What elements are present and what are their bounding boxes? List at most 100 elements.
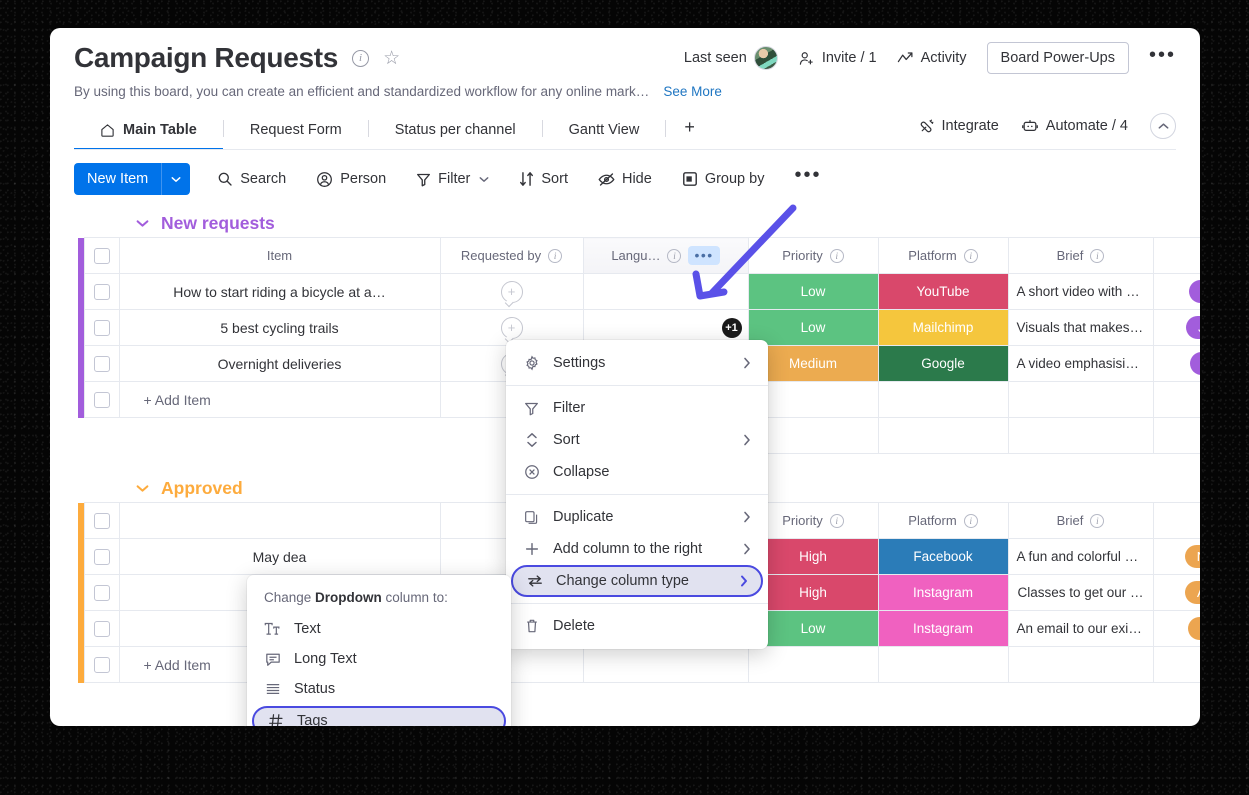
column-header-tags[interactable]: [1152, 502, 1200, 539]
search-button[interactable]: Search: [204, 163, 299, 195]
menu-item-collapse[interactable]: Collapse: [506, 456, 768, 488]
row-checkbox-cell[interactable]: [83, 381, 120, 418]
column-header-brief[interactable]: Brief i: [1007, 502, 1154, 539]
row-checkbox-cell[interactable]: [83, 574, 120, 611]
row-checkbox-cell[interactable]: [83, 273, 120, 310]
info-icon[interactable]: i: [963, 248, 978, 263]
board-info-icon[interactable]: i: [352, 49, 370, 67]
cell-item[interactable]: May dea: [118, 538, 441, 575]
menu-item-change-column-type[interactable]: Change column type: [511, 565, 763, 597]
cell-brief[interactable]: A fun and colorful p…: [1007, 538, 1154, 575]
submenu-item-text[interactable]: Text: [247, 614, 511, 644]
cell-tag[interactable]: No: [1152, 538, 1200, 575]
column-header-item[interactable]: Item: [118, 237, 441, 274]
column-header-priority[interactable]: Priority i: [747, 237, 879, 274]
cell-tag[interactable]: F: [1152, 273, 1200, 310]
invite-button[interactable]: Invite / 1: [798, 50, 877, 67]
board-power-ups-button[interactable]: Board Power-Ups: [986, 42, 1129, 74]
checkbox[interactable]: [93, 584, 110, 601]
cell-priority[interactable]: Low: [747, 309, 879, 346]
last-seen[interactable]: Last seen: [684, 46, 778, 70]
chevron-down-icon[interactable]: [136, 219, 149, 228]
column-context-menu[interactable]: Settings Filter Sort Collapse Duplicate …: [506, 340, 768, 649]
checkbox[interactable]: [93, 620, 110, 637]
hide-button[interactable]: Hide: [585, 163, 665, 195]
cell-updates[interactable]: +: [439, 273, 584, 310]
column-header-language[interactable]: Langu… i •••: [582, 237, 749, 274]
column-menu-button[interactable]: •••: [688, 246, 720, 265]
new-item-button[interactable]: New Item: [74, 163, 191, 195]
group-by-button[interactable]: Group by: [669, 163, 778, 195]
menu-item-sort[interactable]: Sort: [506, 424, 768, 456]
cell-platform[interactable]: Instagram: [877, 574, 1009, 611]
add-item-button[interactable]: + Add Item: [118, 381, 441, 418]
tab-status-per-channel[interactable]: Status per channel: [369, 122, 542, 150]
more-languages-badge[interactable]: +1: [721, 317, 742, 338]
star-icon[interactable]: ☆: [383, 49, 400, 68]
cell-item[interactable]: 5 best cycling trails: [118, 309, 441, 346]
activity-button[interactable]: Activity: [897, 50, 967, 66]
menu-item-settings[interactable]: Settings: [506, 347, 768, 379]
row-checkbox-cell[interactable]: [83, 309, 120, 346]
add-update-icon[interactable]: +: [500, 316, 523, 339]
checkbox[interactable]: [93, 512, 110, 529]
integrate-button[interactable]: Integrate: [918, 118, 999, 135]
column-header-tags[interactable]: [1152, 237, 1200, 274]
add-view-button[interactable]: +: [666, 117, 713, 150]
chevron-down-icon[interactable]: [479, 176, 489, 183]
info-icon[interactable]: i: [829, 513, 844, 528]
avatar[interactable]: [753, 46, 778, 70]
cell-brief[interactable]: Visuals that makes …: [1007, 309, 1154, 346]
filter-button[interactable]: Filter: [403, 163, 502, 195]
cell-tag[interactable]: Ap: [1152, 574, 1200, 611]
chevron-down-icon[interactable]: [136, 484, 149, 493]
checkbox[interactable]: [93, 247, 110, 264]
checkbox[interactable]: [93, 656, 110, 673]
chevron-down-icon[interactable]: [161, 163, 190, 195]
cell-tag[interactable]: J: [1152, 345, 1200, 382]
column-header-item[interactable]: [118, 502, 441, 539]
submenu-item-long-text[interactable]: Long Text: [247, 644, 511, 674]
tab-request-form[interactable]: Request Form: [224, 122, 368, 150]
person-button[interactable]: Person: [303, 163, 399, 195]
menu-item-filter[interactable]: Filter: [506, 392, 768, 424]
tab-gantt-view[interactable]: Gantt View: [543, 122, 666, 150]
tab-main-table[interactable]: Main Table: [74, 122, 223, 150]
submenu-item-tags[interactable]: Tags: [252, 706, 506, 726]
checkbox[interactable]: [93, 548, 110, 565]
menu-item-add-column-right[interactable]: Add column to the right: [506, 533, 768, 565]
menu-item-delete[interactable]: Delete: [506, 610, 768, 642]
cell-platform[interactable]: Google: [877, 345, 1009, 382]
cell-platform[interactable]: Facebook: [877, 538, 1009, 575]
info-icon[interactable]: i: [548, 248, 563, 263]
table-row[interactable]: How to start riding a bicycle at a… + Lo…: [78, 273, 1200, 310]
select-all-header[interactable]: [83, 237, 120, 274]
info-icon[interactable]: i: [1090, 513, 1105, 528]
cell-priority[interactable]: Low: [747, 273, 879, 310]
column-header-brief[interactable]: Brief i: [1007, 237, 1154, 274]
column-header-requested-by[interactable]: Requested by i: [439, 237, 584, 274]
change-column-type-submenu[interactable]: Change Dropdown column to: Text Long Tex…: [247, 575, 511, 726]
select-all-header[interactable]: [83, 502, 120, 539]
menu-item-duplicate[interactable]: Duplicate: [506, 501, 768, 533]
cell-platform[interactable]: Instagram: [877, 610, 1009, 647]
automate-button[interactable]: Automate / 4: [1021, 118, 1128, 134]
row-checkbox-cell[interactable]: [83, 646, 120, 683]
cell-tag[interactable]: M: [1152, 610, 1200, 647]
add-update-icon[interactable]: +: [500, 280, 523, 303]
toolbar-more-button[interactable]: •••: [781, 163, 834, 195]
cell-brief[interactable]: A video emphasisin…: [1007, 345, 1154, 382]
header-more-button[interactable]: •••: [1149, 45, 1176, 66]
info-icon[interactable]: i: [667, 248, 682, 263]
chevron-up-icon[interactable]: [1150, 113, 1176, 139]
cell-platform[interactable]: YouTube: [877, 273, 1009, 310]
cell-item[interactable]: Overnight deliveries: [118, 345, 441, 382]
cell-tag[interactable]: Ja: [1152, 309, 1200, 346]
cell-brief[interactable]: A short video with a…: [1007, 273, 1154, 310]
checkbox[interactable]: [93, 319, 110, 336]
cell-brief[interactable]: An email to our exit…: [1007, 610, 1154, 647]
checkbox[interactable]: [93, 283, 110, 300]
checkbox[interactable]: [93, 391, 110, 408]
submenu-item-status[interactable]: Status: [247, 674, 511, 704]
cell-language[interactable]: [582, 273, 749, 310]
